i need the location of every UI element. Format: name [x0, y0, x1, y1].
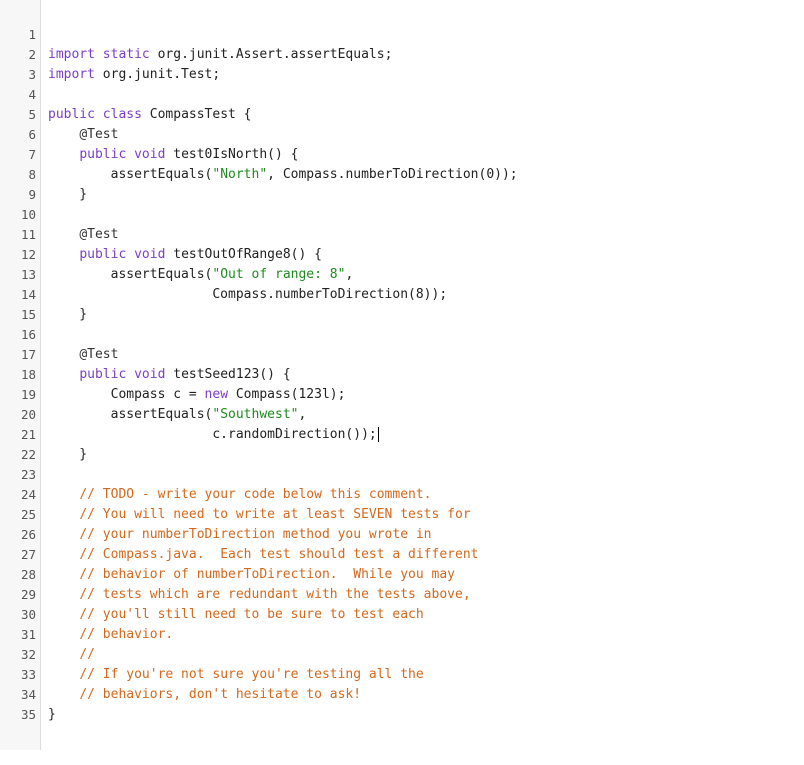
code-line[interactable]: 14 }: [0, 265, 804, 322]
code-text: }: [48, 707, 56, 722]
code-line[interactable]: 16 @Test: [0, 305, 804, 362]
code-line[interactable]: 28 // tests which are redundant with the…: [0, 545, 804, 602]
code-line[interactable]: 30 // behavior.: [0, 585, 804, 642]
code-line[interactable]: 4 public class CompassTest {: [0, 65, 804, 122]
code-line[interactable]: 7 assertEquals("North", Compass.numberTo…: [0, 125, 804, 182]
code-line[interactable]: 3: [0, 45, 804, 82]
code-line[interactable]: 5 @Test: [0, 85, 804, 142]
code-line[interactable]: 31 //: [0, 605, 804, 662]
code-editor[interactable]: 1 import static org.junit.Assert.assertE…: [0, 0, 804, 750]
code-line[interactable]: 15: [0, 285, 804, 322]
code-line[interactable]: 12 assertEquals("Out of range: 8",: [0, 225, 804, 282]
code-line[interactable]: 18 Compass c = new Compass(123l);: [0, 345, 804, 402]
code-line[interactable]: 27 // behavior of numberToDirection. Whi…: [0, 525, 804, 582]
code-line[interactable]: 10 @Test: [0, 185, 804, 242]
code-line[interactable]: 2 import org.junit.Test;: [0, 25, 804, 82]
code-line[interactable]: 9: [0, 165, 804, 202]
code-line[interactable]: 23 // TODO - write your code below this …: [0, 445, 804, 502]
code-line[interactable]: 35: [0, 685, 804, 722]
code-line[interactable]: 6 public void test0IsNorth() {: [0, 105, 804, 162]
code-line[interactable]: 8 }: [0, 145, 804, 202]
code-line[interactable]: 24 // You will need to write at least SE…: [0, 465, 804, 522]
code-line[interactable]: 25 // your numberToDirection method you …: [0, 485, 804, 542]
code-line[interactable]: 33 // behaviors, don't hesitate to ask!: [0, 645, 804, 702]
code-line[interactable]: 17 public void testSeed123() {: [0, 325, 804, 382]
code-line[interactable]: 26 // Compass.java. Each test should tes…: [0, 505, 804, 562]
code-line[interactable]: 32 // If you're not sure you're testing …: [0, 625, 804, 682]
code-line[interactable]: 19 assertEquals("Southwest",: [0, 365, 804, 422]
code-line[interactable]: 29 // you'll still need to be sure to te…: [0, 565, 804, 622]
code-line[interactable]: 13 Compass.numberToDirection(8));: [0, 245, 804, 302]
code-lines: 1 import static org.junit.Assert.assertE…: [0, 5, 804, 722]
code-line[interactable]: 22: [0, 425, 804, 462]
code-line[interactable]: 21 }: [0, 405, 804, 462]
line-number: 35: [20, 707, 36, 722]
code-line[interactable]: 1 import static org.junit.Assert.assertE…: [0, 5, 804, 62]
code-line[interactable]: 11 public void testOutOfRange8() {: [0, 205, 804, 262]
code-line[interactable]: 20 c.randomDirection());: [0, 385, 804, 442]
code-line[interactable]: 34 }: [0, 665, 804, 722]
